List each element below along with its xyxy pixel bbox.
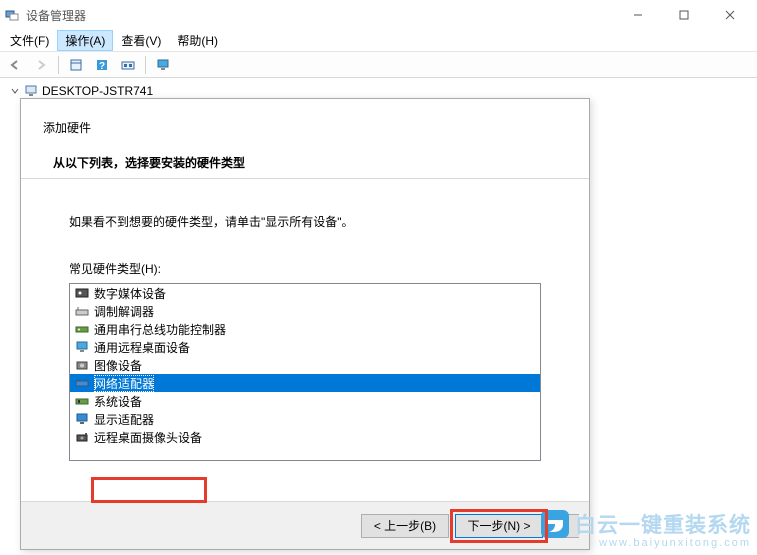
list-item-label: 网络适配器 [94, 375, 154, 392]
list-item[interactable]: 显示适配器 [70, 410, 540, 428]
minimize-button[interactable] [615, 0, 661, 30]
back-button[interactable]: < 上一步(B) [361, 514, 449, 538]
props-icon[interactable] [65, 55, 87, 75]
help-icon[interactable]: ? [91, 55, 113, 75]
close-button[interactable] [707, 0, 753, 30]
monitor-icon[interactable] [152, 55, 174, 75]
window-title: 设备管理器 [26, 7, 86, 24]
list-item[interactable]: 系统设备 [70, 392, 540, 410]
app-icon [4, 7, 20, 23]
titlebar: 设备管理器 [0, 0, 757, 30]
dialog-header: 添加硬件 从以下列表，选择要安装的硬件类型 [21, 99, 589, 179]
next-button[interactable]: 下一步(N) > [455, 514, 543, 538]
modem-icon [74, 303, 90, 319]
cancel-button[interactable]: 取消 [549, 514, 579, 538]
dialog-body: 如果看不到想要的硬件类型，请单击"显示所有设备"。 常见硬件类型(H): 数字媒… [21, 179, 589, 501]
tree-root-label: DESKTOP-JSTR741 [42, 84, 153, 98]
maximize-button[interactable] [661, 0, 707, 30]
menu-file[interactable]: 文件(F) [2, 30, 57, 51]
system-icon [74, 393, 90, 409]
media-icon [74, 285, 90, 301]
svg-text:?: ? [99, 61, 105, 72]
image-icon [74, 357, 90, 373]
menu-view[interactable]: 查看(V) [113, 30, 169, 51]
list-item-label: 显示适配器 [94, 411, 154, 428]
list-item[interactable]: 图像设备 [70, 356, 540, 374]
list-item[interactable]: 通用串行总线功能控制器 [70, 320, 540, 338]
list-item[interactable]: 调制解调器 [70, 302, 540, 320]
hardware-type-list[interactable]: 数字媒体设备调制解调器通用串行总线功能控制器通用远程桌面设备图像设备网络适配器系… [69, 283, 541, 461]
computer-icon [24, 84, 38, 98]
toolbar-sep [145, 56, 146, 74]
toolbar-sep [58, 56, 59, 74]
devices-icon[interactable] [117, 55, 139, 75]
list-item-label: 通用串行总线功能控制器 [94, 321, 226, 338]
dialog-subtitle: 从以下列表，选择要安装的硬件类型 [43, 154, 567, 171]
dialog-hint: 如果看不到想要的硬件类型，请单击"显示所有设备"。 [69, 213, 541, 230]
list-item[interactable]: 数字媒体设备 [70, 284, 540, 302]
list-item[interactable]: 通用远程桌面设备 [70, 338, 540, 356]
network-icon [74, 375, 90, 391]
remote-icon [74, 339, 90, 355]
add-hardware-dialog: 添加硬件 从以下列表，选择要安装的硬件类型 如果看不到想要的硬件类型，请单击"显… [20, 98, 590, 550]
list-item-label: 通用远程桌面设备 [94, 339, 190, 356]
list-item[interactable]: 远程桌面摄像头设备 [70, 428, 540, 446]
list-item-label: 数字媒体设备 [94, 285, 166, 302]
camera-icon [74, 429, 90, 445]
toolbar: ? [0, 52, 757, 78]
menu-action[interactable]: 操作(A) [57, 30, 113, 51]
forward-icon[interactable] [30, 55, 52, 75]
dialog-title: 添加硬件 [43, 119, 567, 136]
list-item-label: 图像设备 [94, 357, 142, 374]
back-icon[interactable] [4, 55, 26, 75]
list-item-label: 远程桌面摄像头设备 [94, 429, 202, 446]
list-item-label: 调制解调器 [94, 303, 154, 320]
usb-icon [74, 321, 90, 337]
hardware-list-label: 常见硬件类型(H): [69, 260, 541, 277]
list-item[interactable]: 网络适配器 [70, 374, 540, 392]
menubar: 文件(F) 操作(A) 查看(V) 帮助(H) [0, 30, 757, 52]
chevron-down-icon [10, 86, 20, 96]
list-item-label: 系统设备 [94, 393, 142, 410]
menu-help[interactable]: 帮助(H) [169, 30, 226, 51]
watermark-text: 白云一键重装系统 [575, 509, 751, 539]
dialog-footer: < 上一步(B) 下一步(N) > 取消 [21, 501, 589, 549]
display-icon [74, 411, 90, 427]
